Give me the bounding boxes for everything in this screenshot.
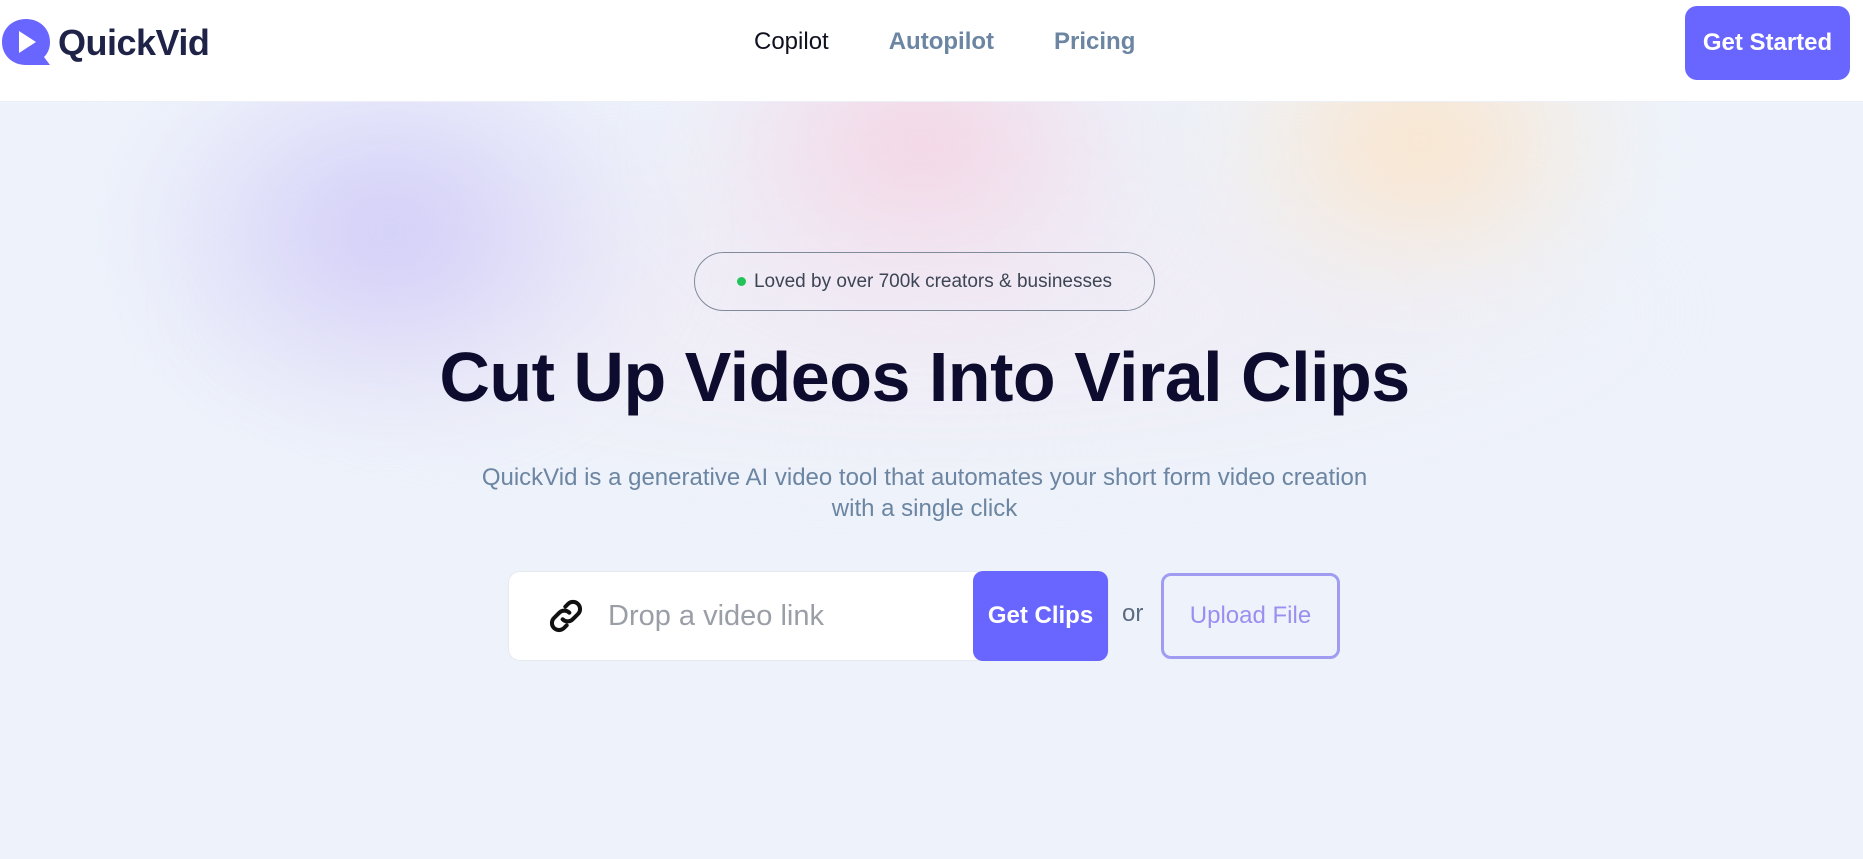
link-icon: [549, 599, 583, 633]
get-started-button[interactable]: Get Started: [1685, 6, 1850, 80]
nav-item-pricing[interactable]: Pricing: [1054, 24, 1135, 60]
social-proof-badge: Loved by over 700k creators & businesses: [694, 252, 1155, 311]
hero-headline: Cut Up Videos Into Viral Clips: [439, 338, 1410, 416]
main-nav: Copilot Autopilot Pricing: [754, 24, 1195, 60]
brand-logo-link[interactable]: QuickVid: [0, 17, 210, 69]
nav-item-copilot[interactable]: Copilot: [754, 24, 829, 60]
or-separator: or: [1122, 600, 1144, 627]
get-clips-button[interactable]: Get Clips: [973, 571, 1108, 661]
nav-item-autopilot[interactable]: Autopilot: [889, 24, 994, 60]
video-link-input[interactable]: [606, 598, 946, 634]
hero-section: Loved by over 700k creators & businesses…: [0, 102, 1863, 859]
top-navigation-bar: QuickVid Copilot Autopilot Pricing Get S…: [0, 0, 1863, 102]
hero-subtitle: QuickVid is a generative AI video tool t…: [481, 464, 1368, 522]
status-dot-icon: [736, 277, 746, 286]
brand-name: QuickVid: [58, 22, 210, 63]
badge-text: Loved by over 700k creators & businesses: [753, 270, 1113, 292]
upload-file-button[interactable]: Upload File: [1161, 573, 1340, 659]
play-speech-bubble-icon: [2, 19, 50, 65]
